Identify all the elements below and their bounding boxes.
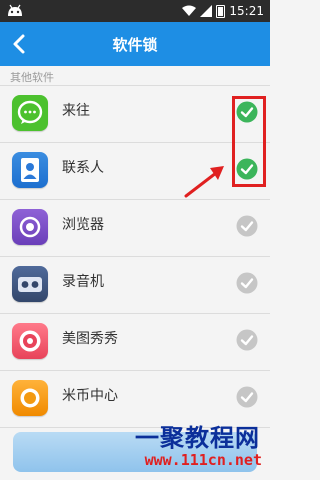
app-name: 浏览器 [62, 217, 104, 233]
app-name: 米币中心 [62, 388, 118, 404]
app-row-browser[interactable]: 浏览器 [0, 200, 270, 256]
laiwang-app-icon [12, 95, 48, 131]
status-bar: 15:21 [0, 0, 270, 22]
mibi-center-app-icon [12, 380, 48, 416]
app-name: 录音机 [62, 274, 104, 290]
app-row-recorder[interactable]: 录音机 [0, 257, 270, 313]
unchecked-icon[interactable] [236, 386, 258, 408]
highlight-box [232, 96, 266, 187]
recorder-app-icon [12, 266, 48, 302]
unchecked-icon[interactable] [236, 272, 258, 294]
status-time: 15:21 [229, 4, 264, 18]
section-title: 其他软件 [10, 71, 54, 84]
meitu-app-icon [12, 323, 48, 359]
app-bar: 软件锁 [0, 22, 270, 66]
watermark-url: www.111cn.net [144, 451, 262, 469]
android-notification-icon [8, 4, 22, 16]
unchecked-icon[interactable] [236, 215, 258, 237]
app-name: 来往 [62, 103, 90, 119]
watermark: 一聚教程网 www.111cn.net [110, 418, 266, 478]
annotation-arrow-icon [184, 166, 224, 198]
signal-icon [200, 5, 213, 17]
wifi-icon [182, 5, 197, 16]
unchecked-icon[interactable] [236, 329, 258, 351]
battery-icon [216, 4, 226, 18]
page-title: 软件锁 [112, 36, 158, 54]
app-name: 联系人 [62, 160, 104, 176]
contacts-app-icon [12, 152, 48, 188]
app-row-laiwang[interactable]: 来往 [0, 86, 270, 142]
app-row-meitu[interactable]: 美图秀秀 [0, 314, 270, 370]
watermark-title: 一聚教程网 [135, 424, 260, 452]
browser-app-icon [12, 209, 48, 245]
app-name: 美图秀秀 [62, 331, 118, 347]
